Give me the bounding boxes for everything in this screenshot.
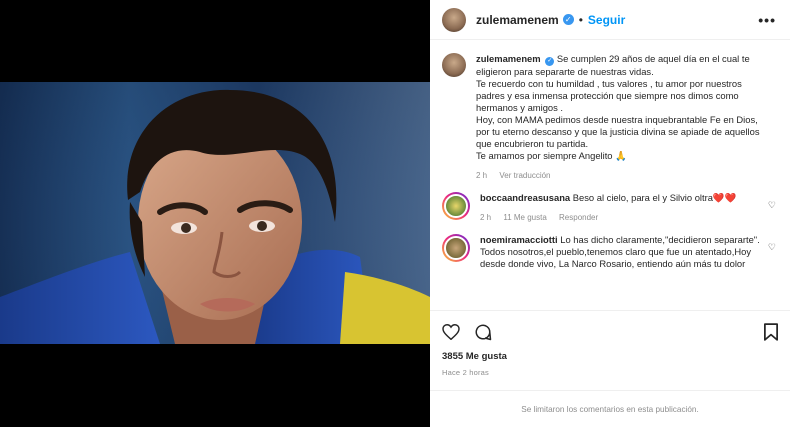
heart-icon[interactable] <box>442 324 460 340</box>
comment-time: 2 h <box>480 212 492 222</box>
post-header: zulemamenem ✓ • Seguir ••• <box>430 0 790 40</box>
reply-button[interactable]: Responder <box>559 213 598 222</box>
avatar <box>444 235 468 260</box>
like-comment-icon[interactable]: ♡ <box>768 242 776 253</box>
post-actions: 3855 Me gusta Hace 2 horas <box>430 310 790 377</box>
post-photo[interactable] <box>0 82 430 344</box>
avatar <box>444 193 468 218</box>
caption-text-3: Hoy, con MAMA pedimos desde nuestra inqu… <box>476 113 760 149</box>
comment-text: Beso al cielo, para el y Silvio oltra❤️❤… <box>572 191 737 203</box>
comment-row: noemiramacciotti Lo has dicho claramente… <box>442 233 776 270</box>
caption-text-4: Te amamos por siempre Angelito 🙏 <box>476 149 627 161</box>
comments-limited-notice: Se limitaron los comentarios en esta pub… <box>430 390 790 427</box>
avatar[interactable] <box>442 53 466 77</box>
header-username[interactable]: zulemamenem <box>476 13 559 27</box>
comment-username[interactable]: boccaandreasusana <box>480 192 570 203</box>
media-pane <box>0 0 430 427</box>
story-ring[interactable] <box>442 233 470 262</box>
caption-username[interactable]: zulemamenem <box>476 53 541 64</box>
comment-icon[interactable] <box>474 323 492 341</box>
portrait-illustration <box>0 89 430 344</box>
caption-meta: 2 h Ver traducción <box>476 170 768 182</box>
like-count[interactable]: 3855 Me gusta <box>442 351 778 362</box>
translate-link[interactable]: Ver traducción <box>499 171 550 180</box>
follow-button[interactable]: Seguir <box>588 13 625 27</box>
comment-row: boccaandreasusana Beso al cielo, para el… <box>442 191 776 224</box>
like-comment-icon[interactable]: ♡ <box>768 200 776 211</box>
more-options-icon[interactable]: ••• <box>758 12 776 28</box>
verified-badge-icon: ✓ <box>545 56 555 66</box>
verified-badge-icon: ✓ <box>562 14 574 25</box>
caption-text-2: Te recuerdo con tu humildad , tus valore… <box>476 77 742 113</box>
post-side-panel: zulemamenem ✓ • Seguir ••• zulemamenem ✓… <box>430 0 790 427</box>
comment-meta: 2 h 11 Me gusta Responder <box>480 212 760 224</box>
comment-likes[interactable]: 11 Me gusta <box>503 213 546 222</box>
comment-username[interactable]: noemiramacciotti <box>480 234 558 245</box>
header-separator: • <box>578 12 583 27</box>
story-ring[interactable] <box>442 191 470 220</box>
avatar[interactable] <box>442 7 466 32</box>
caption: zulemamenem ✓ Se cumplen 29 años de aque… <box>442 53 776 182</box>
caption-time: 2 h <box>476 170 488 180</box>
action-icons <box>442 319 778 345</box>
bookmark-icon[interactable] <box>764 323 778 341</box>
comments-list[interactable]: zulemamenem ✓ Se cumplen 29 años de aque… <box>430 41 790 309</box>
post-time: Hace 2 horas <box>442 368 490 377</box>
